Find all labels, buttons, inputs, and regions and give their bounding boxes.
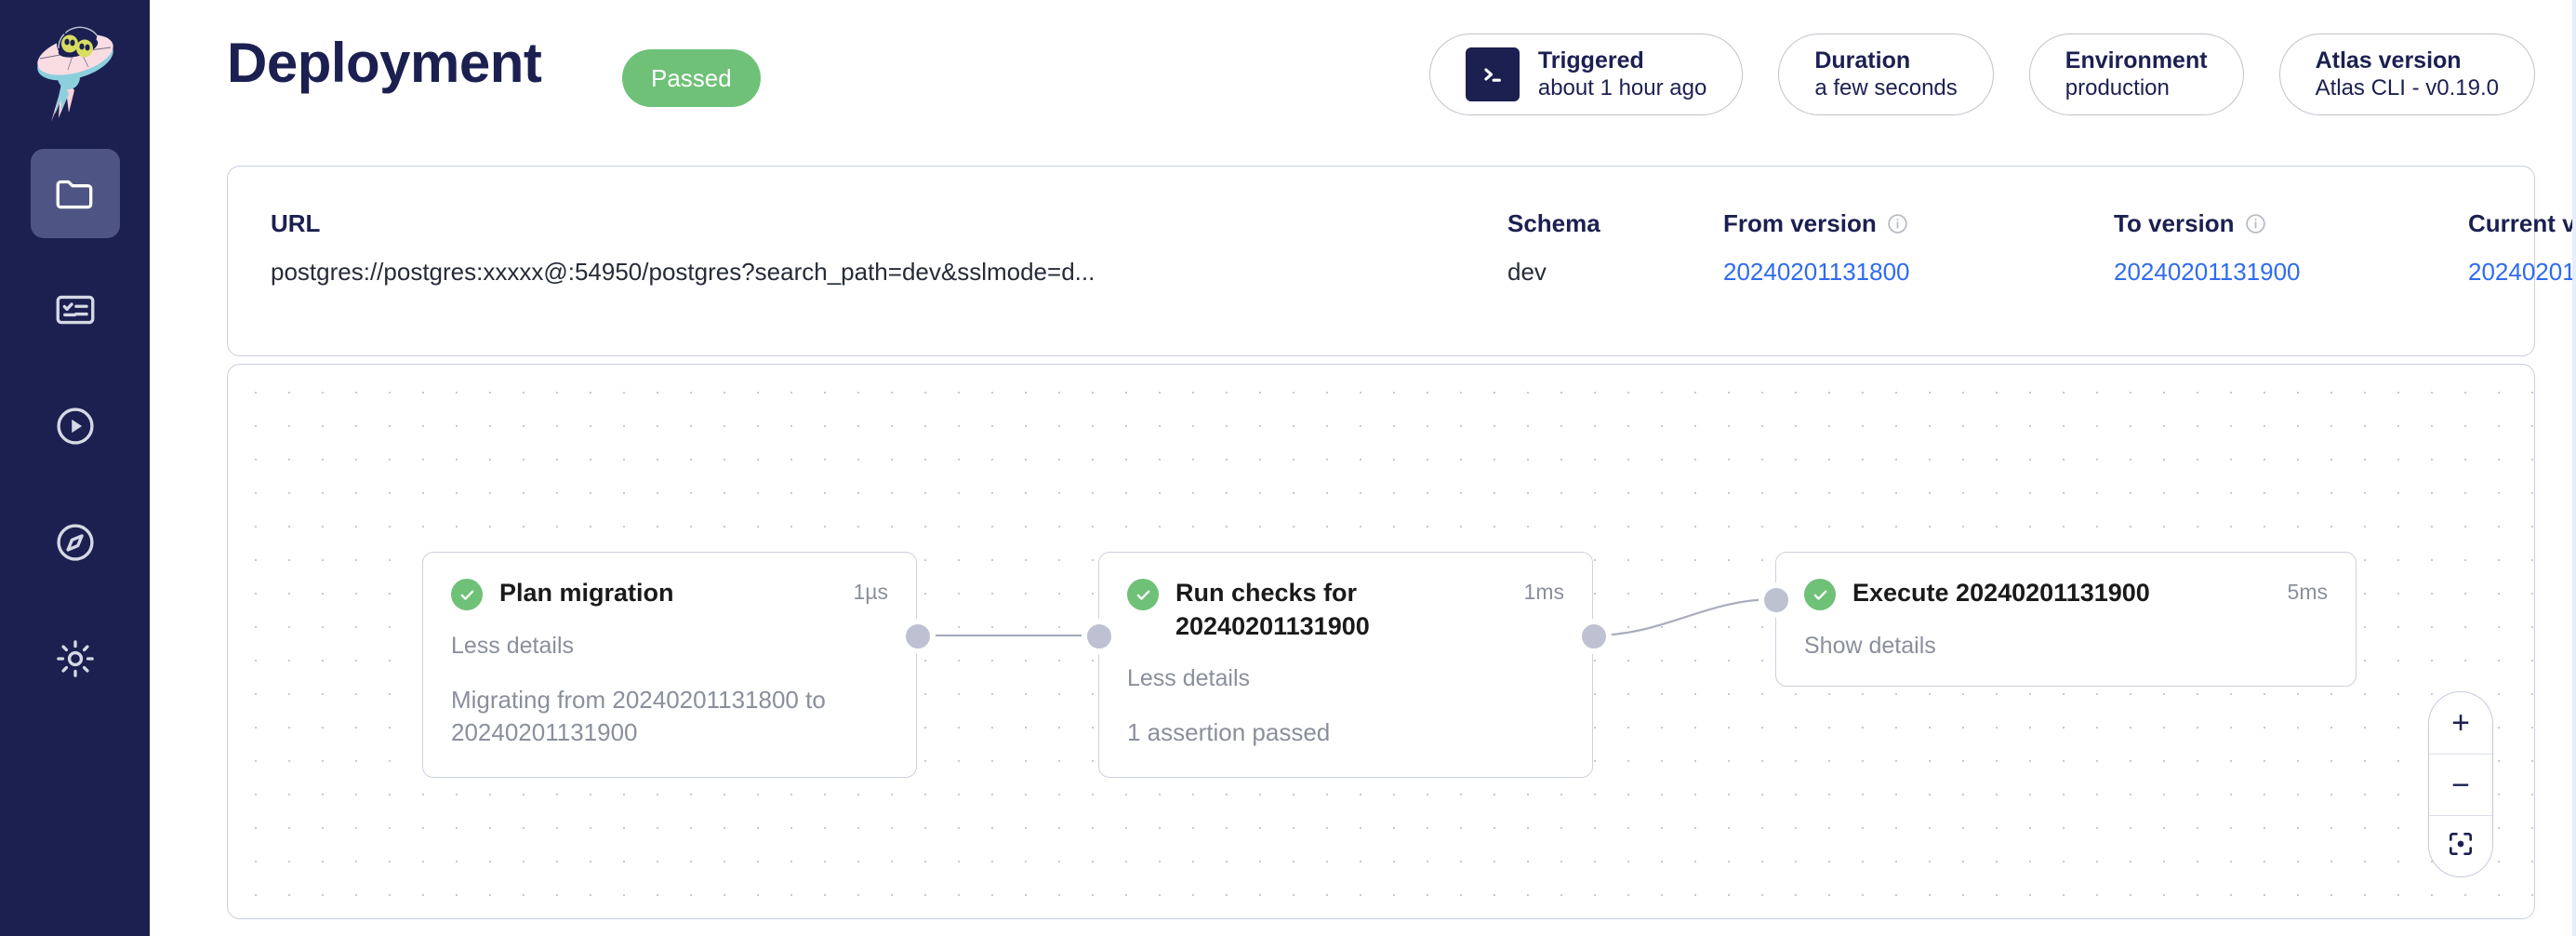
flow-node-details-toggle[interactable]: Less details	[1127, 667, 1564, 690]
info-from-version-label: From version	[1723, 211, 1910, 235]
flow-node-title: Execute 20240201131900	[1852, 577, 2271, 610]
meta-pills: Triggered about 1 hour ago Duration a fe…	[1429, 33, 2535, 115]
flow-node-header: Execute 20240201131900 5ms	[1804, 577, 2328, 610]
flow-node-duration: 5ms	[2288, 577, 2328, 608]
flow-node-duration: 1ms	[1524, 577, 1564, 608]
info-schema-label: Schema	[1507, 211, 1600, 235]
info-from-version: From version 20240201131800	[1723, 211, 1910, 284]
info-to-version: To version 20240201131900	[2114, 211, 2301, 284]
pill-environment[interactable]: Environment production	[2029, 33, 2244, 115]
flow-node-title: Plan migration	[499, 577, 836, 610]
flow-node-handle-left[interactable]	[1082, 619, 1117, 654]
zoom-in-button[interactable]: +	[2429, 692, 2492, 754]
pill-environment-label: Environment	[2065, 47, 2208, 75]
sidebar-item-tasks[interactable]	[31, 265, 120, 354]
zoom-out-button[interactable]: −	[2429, 754, 2492, 815]
info-to-version-text: To version	[2114, 211, 2235, 235]
pill-triggered[interactable]: Triggered about 1 hour ago	[1429, 33, 1744, 115]
flow-node-details-toggle[interactable]: Show details	[1804, 635, 2328, 658]
flow-node-run-checks[interactable]: Run checks for 20240201131900 1ms Less d…	[1098, 552, 1593, 778]
flow-node-header: Plan migration 1µs	[451, 577, 888, 610]
flow-node-detail-text: Migrating from 20240201131800 to 2024020…	[451, 684, 888, 749]
pill-atlas-version[interactable]: Atlas version Atlas CLI - v0.19.0	[2279, 33, 2535, 115]
deployment-info-card: URL postgres://postgres:xxxxx@:54950/pos…	[227, 166, 2535, 356]
info-to-version-label: To version	[2114, 211, 2301, 235]
flow-node-details-toggle[interactable]: Less details	[451, 635, 888, 658]
flow-node-handle-left[interactable]	[1759, 582, 1794, 618]
sidebar-item-runs[interactable]	[31, 381, 120, 471]
flow-node-detail-text: 1 assertion passed	[1127, 716, 1564, 749]
canvas-zoom-controls: + −	[2428, 691, 2493, 877]
check-circle-icon	[451, 579, 483, 610]
fit-view-button[interactable]	[2429, 815, 2492, 876]
check-circle-icon	[1804, 579, 1836, 610]
edge-checks-to-execute	[1593, 599, 1775, 635]
terminal-icon	[1466, 47, 1520, 101]
fit-view-icon	[2446, 829, 2476, 863]
deployment-page: Deployment Passed Triggered about 1 hour…	[0, 0, 2576, 936]
pill-environment-value: production	[2065, 74, 2208, 102]
play-circle-icon	[52, 403, 99, 449]
zoom-in-icon: +	[2451, 707, 2470, 739]
gear-icon	[52, 635, 99, 682]
main-content: Deployment Passed Triggered about 1 hour…	[150, 0, 2576, 936]
app-logo[interactable]	[0, 0, 150, 149]
flow-node-title: Run checks for 20240201131900	[1175, 577, 1507, 643]
pill-duration-label: Duration	[1814, 47, 1957, 75]
page-title: Deployment	[227, 35, 541, 91]
status-badge: Passed	[622, 49, 761, 107]
sidebar-item-settings[interactable]	[31, 614, 120, 703]
check-circle-icon	[1127, 579, 1159, 610]
info-current-version-value[interactable]: 20240201131900	[2468, 260, 2576, 284]
pill-triggered-label: Triggered	[1538, 47, 1707, 75]
page-header: Deployment Passed Triggered about 1 hour…	[150, 0, 2576, 149]
info-circle-icon[interactable]	[2244, 212, 2267, 235]
pill-triggered-value: about 1 hour ago	[1538, 74, 1707, 102]
pill-atlas-version-label: Atlas version	[2316, 47, 2499, 75]
info-to-version-value[interactable]: 20240201131900	[2114, 260, 2301, 284]
info-schema-value: dev	[1507, 260, 1600, 284]
flow-node-header: Run checks for 20240201131900 1ms	[1127, 577, 1564, 643]
deployment-flow-canvas[interactable]: Plan migration 1µs Less details Migratin…	[227, 364, 2535, 919]
info-from-version-value[interactable]: 20240201131800	[1723, 260, 1910, 284]
sidebar-item-projects[interactable]	[31, 149, 120, 238]
folder-icon	[52, 170, 99, 217]
checklist-icon	[52, 287, 99, 333]
sidebar	[0, 0, 150, 936]
ufo-logo-icon	[31, 23, 120, 126]
info-current-version-label: Current version	[2468, 211, 2576, 235]
flow-node-execute[interactable]: Execute 20240201131900 5ms Show details	[1775, 552, 2357, 687]
info-current-version-text: Current version	[2468, 211, 2576, 235]
flow-node-handle-right[interactable]	[900, 619, 936, 654]
info-url: URL postgres://postgres:xxxxx@:54950/pos…	[271, 211, 1095, 284]
flow-node-handle-right[interactable]	[1576, 619, 1612, 654]
info-from-version-text: From version	[1723, 211, 1877, 235]
compass-icon	[52, 519, 99, 566]
pill-duration[interactable]: Duration a few seconds	[1778, 33, 1993, 115]
info-url-label: URL	[271, 211, 1095, 235]
pill-duration-value: a few seconds	[1814, 74, 1957, 102]
flow-node-duration: 1µs	[853, 577, 888, 608]
scrollbar-track[interactable]	[2572, 0, 2576, 936]
zoom-out-icon: −	[2451, 769, 2470, 801]
info-schema: Schema dev	[1507, 211, 1600, 284]
info-circle-icon[interactable]	[1886, 212, 1909, 235]
pill-atlas-version-value: Atlas CLI - v0.19.0	[2316, 74, 2499, 102]
flow-node-plan-migration[interactable]: Plan migration 1µs Less details Migratin…	[422, 552, 917, 778]
sidebar-item-explore[interactable]	[31, 498, 120, 587]
info-url-value: postgres://postgres:xxxxx@:54950/postgre…	[271, 260, 1095, 284]
info-current-version: Current version 20240201131900	[2468, 211, 2576, 284]
